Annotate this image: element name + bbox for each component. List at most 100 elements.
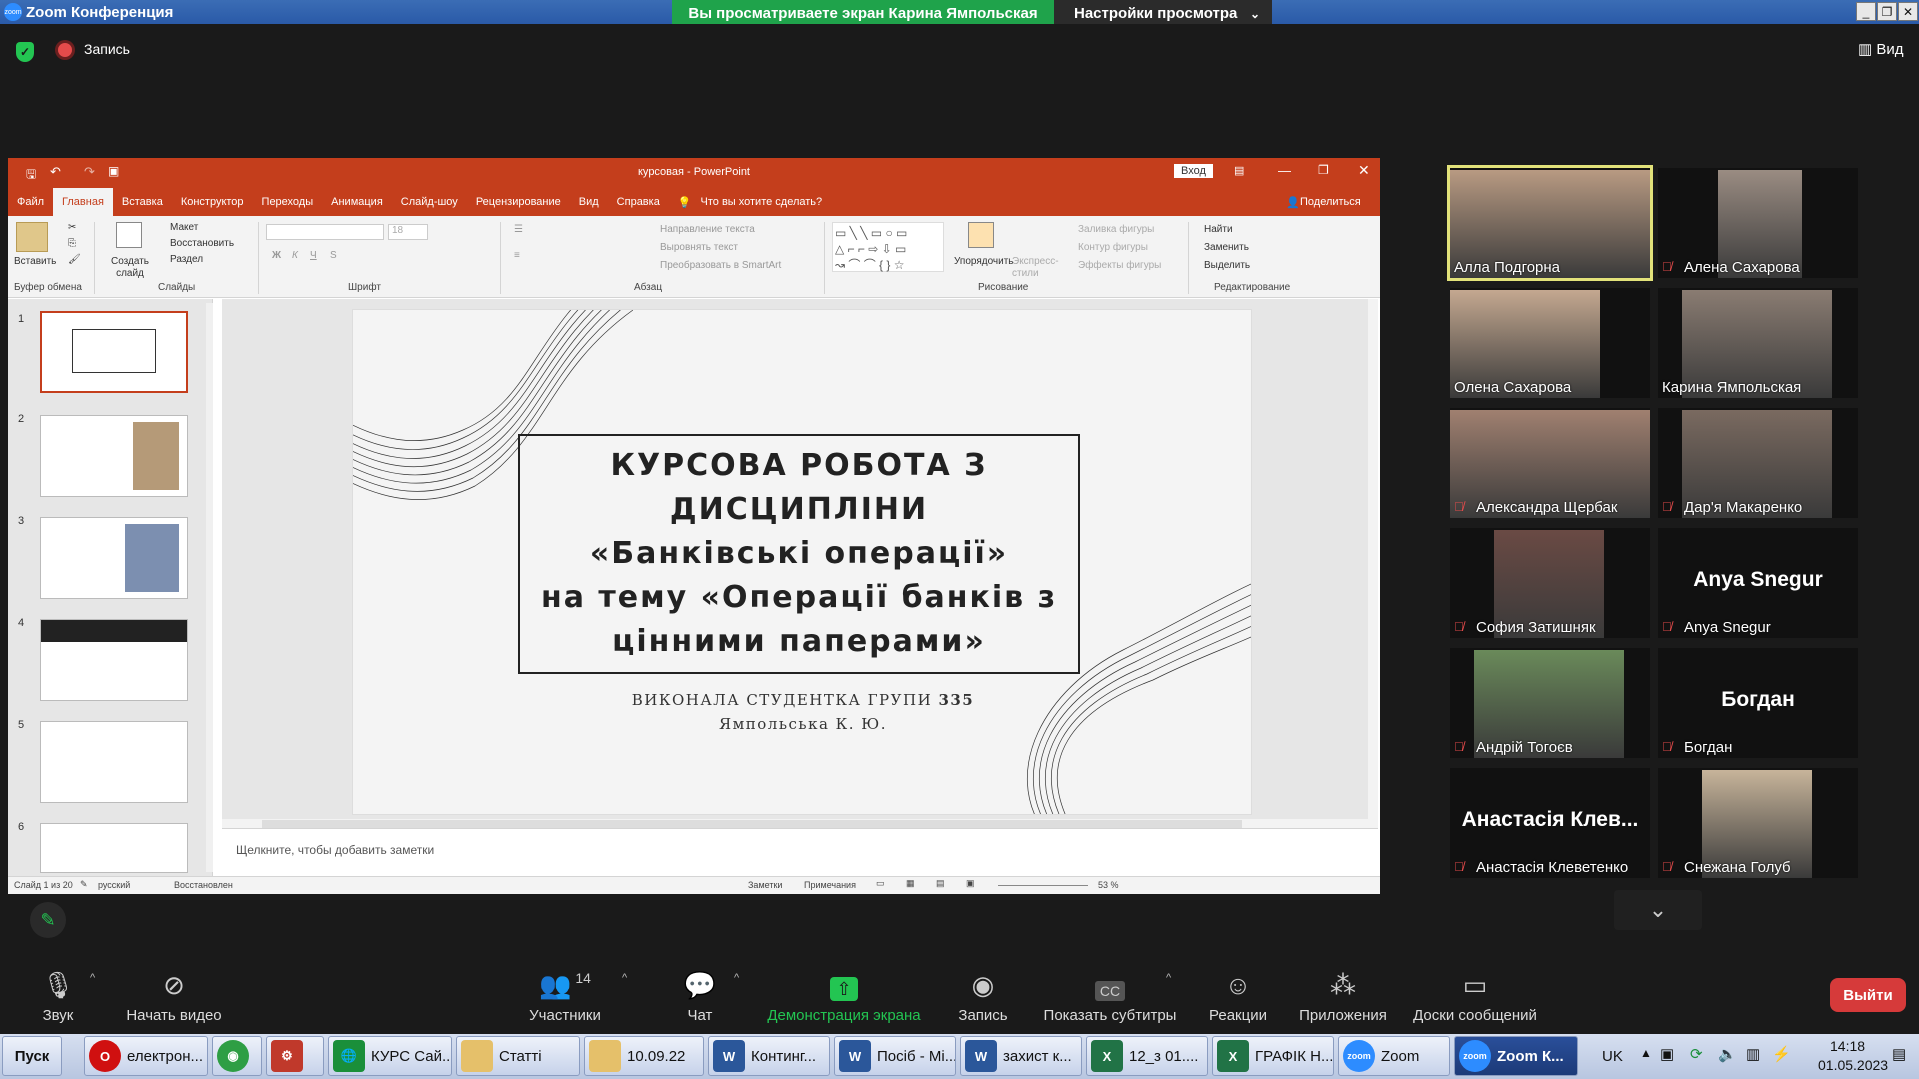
speaker-icon[interactable]: 🔈 (1718, 1045, 1737, 1063)
tell-me-search[interactable]: Что вы хотите сделать? (701, 196, 832, 208)
language-status[interactable]: русский (98, 880, 130, 890)
bullets-icon[interactable]: ☰ (514, 224, 523, 235)
recording-label[interactable]: Запись (84, 41, 130, 57)
spellcheck-icon[interactable]: ✎ (80, 879, 88, 890)
cut-icon[interactable]: ✂ (68, 222, 76, 233)
minimize-button[interactable]: _ (1856, 2, 1876, 21)
taskbar-word-1[interactable]: W Континг... (708, 1036, 830, 1076)
start-video-button[interactable]: ⊘ Начать видео (118, 950, 230, 1034)
participant-tile[interactable]: 🎙̸ Андрій Тогоєв (1450, 648, 1650, 758)
slide-1[interactable]: КУРСОВА РОБОТА З ДИСЦИПЛІНИ «Банківські … (352, 309, 1252, 815)
shape-fill-button[interactable]: Заливка фигуры (1078, 224, 1154, 235)
normal-view-icon[interactable]: ▭ (876, 878, 885, 889)
participants-button[interactable]: 👥 14 Участники (520, 950, 610, 1034)
paste-button[interactable]: Вставить (14, 256, 56, 267)
gallery-next-page-button[interactable]: ⌄ (1614, 890, 1702, 930)
ppt-minimize-button[interactable]: — (1278, 163, 1291, 178)
slide-thumbnail-2[interactable] (40, 415, 188, 497)
new-slide-button[interactable]: Создать слайд (108, 256, 152, 280)
font-size-select[interactable]: 18 (388, 224, 428, 240)
menu-help[interactable]: Справка (608, 196, 669, 208)
menu-insert[interactable]: Вставка (113, 196, 172, 208)
chat-button[interactable]: 💬 Чат (680, 950, 720, 1034)
arrange-icon[interactable] (968, 222, 994, 248)
menu-animations[interactable]: Анимация (322, 196, 392, 208)
signin-button[interactable]: Вход (1174, 164, 1213, 178)
participant-tile[interactable]: Anya Snegur 🎙̸ Anya Snegur (1658, 528, 1858, 638)
clock-date[interactable]: 01.05.2023 (1818, 1057, 1888, 1073)
share-screen-button[interactable]: ⇧ Демонстрация экрана (764, 950, 924, 1034)
participant-tile[interactable]: 🎙̸ Дар'я Макаренко (1658, 408, 1858, 518)
bold-icon[interactable]: Ж (272, 250, 281, 261)
participant-tile[interactable]: Богдан 🎙̸ Богдан (1658, 648, 1858, 758)
participant-tile[interactable]: 🎙̸ Александра Щербак (1450, 408, 1650, 518)
quick-styles-button[interactable]: Экспресс-стили (1012, 256, 1062, 280)
taskbar-folder-statti[interactable]: Статті (456, 1036, 580, 1076)
italic-icon[interactable]: К (292, 250, 298, 261)
align-text-button[interactable]: Выровнять текст (660, 242, 738, 253)
participant-tile[interactable]: Анастасія Клев... 🎙̸ Анастасія Клеветенко (1450, 768, 1650, 878)
notes-pane[interactable]: Щелкните, чтобы добавить заметки (222, 828, 1378, 868)
taskbar-word-2[interactable]: W Посіб - Мі... (834, 1036, 956, 1076)
align-left-icon[interactable]: ≡ (514, 250, 520, 261)
underline-icon[interactable]: Ч (310, 250, 317, 261)
taskbar-folder-date[interactable]: 10.09.22 (584, 1036, 704, 1076)
annotate-pencil-button[interactable]: ✎ (30, 902, 66, 938)
slide-thumbnail-1[interactable] (40, 311, 188, 393)
slide-thumbnail-5[interactable] (40, 721, 188, 803)
zoom-slider[interactable] (998, 885, 1088, 886)
slide-subtitle[interactable]: ВИКОНАЛА СТУДЕНТКА ГРУПИ 335 Ямпольська … (353, 688, 1251, 736)
tray-recycle-icon[interactable]: ⟳ (1690, 1045, 1703, 1063)
slideshow-view-icon[interactable]: ▣ (966, 878, 975, 889)
chat-options-caret[interactable]: ^ (734, 972, 739, 984)
menu-transitions[interactable]: Переходы (253, 196, 323, 208)
taskbar-excel-2[interactable]: X ГРАФІК Н... (1212, 1036, 1334, 1076)
participant-tile[interactable]: Карина Ямпольская (1658, 288, 1858, 398)
taskbar-app[interactable]: ⚙ (266, 1036, 324, 1076)
audio-button[interactable]: 🎙 Звук (30, 950, 86, 1034)
taskbar-word-3[interactable]: Wзахист к... (960, 1036, 1082, 1076)
participant-tile[interactable]: Алла Подгорна (1447, 165, 1653, 281)
sorter-view-icon[interactable]: ▦ (906, 878, 915, 889)
zoom-level[interactable]: 53 % (1098, 880, 1119, 890)
thumbs-scrollbar[interactable] (206, 303, 213, 872)
reading-view-icon[interactable]: ▤ (936, 878, 945, 889)
font-family-select[interactable] (266, 224, 384, 240)
taskbar-excel-1[interactable]: X 12_з 01.... (1086, 1036, 1208, 1076)
format-painter-icon[interactable]: 🖌 (68, 254, 81, 265)
participant-tile[interactable]: Олена Сахарова (1450, 288, 1650, 398)
ppt-close-button[interactable]: ✕ (1358, 162, 1370, 179)
menu-home[interactable]: Главная (53, 188, 113, 216)
whiteboards-button[interactable]: ▭ Доски сообщений (1408, 950, 1542, 1034)
select-button[interactable]: Выделить (1204, 260, 1250, 271)
slide-title-box[interactable]: КУРСОВА РОБОТА З ДИСЦИПЛІНИ «Банківські … (518, 434, 1080, 674)
record-button[interactable]: ◉ Запись (956, 950, 1010, 1034)
menu-slideshow[interactable]: Слайд-шоу (392, 196, 467, 208)
network-icon[interactable]: ▥ (1746, 1045, 1760, 1063)
view-settings-button[interactable]: Настройки просмотра ⌄ (1054, 0, 1272, 27)
reset-button[interactable]: Восстановить (170, 238, 234, 249)
new-slide-icon[interactable] (116, 222, 142, 248)
captions-options-caret[interactable]: ^ (1166, 972, 1171, 984)
audio-options-caret[interactable]: ^ (90, 972, 95, 984)
shapes-gallery[interactable]: ▭ ╲ ╲ ▭ ○ ▭ △ ⌐ ⌐ ⇨ ⇩ ▭ ↝ ⌒ ⌒ { } ☆ (832, 222, 944, 272)
participant-tile[interactable]: 🎙̸ София Затишняк (1450, 528, 1650, 638)
language-indicator[interactable]: UK (1602, 1048, 1623, 1065)
taskbar-opera[interactable]: Oелектрон... (84, 1036, 208, 1076)
ppt-restore-button[interactable]: ❐ (1318, 163, 1329, 177)
find-button[interactable]: Найти (1204, 224, 1233, 235)
ppt-share-button[interactable]: Поделиться (1300, 196, 1361, 208)
shadow-icon[interactable]: S (330, 250, 337, 261)
leave-meeting-button[interactable]: Выйти (1830, 978, 1906, 1012)
notifications-icon[interactable]: ▤ (1892, 1045, 1906, 1063)
slide-thumbnail-4[interactable] (40, 619, 188, 701)
captions-button[interactable]: CC Показать субтитры (1042, 950, 1178, 1034)
power-icon[interactable]: ⚡ (1772, 1045, 1791, 1063)
replace-button[interactable]: Заменить (1204, 242, 1249, 253)
apps-button[interactable]: ⁂ Приложения (1296, 950, 1390, 1034)
restore-button[interactable]: ❐ (1877, 2, 1897, 21)
shape-effects-button[interactable]: Эффекты фигуры (1078, 260, 1161, 271)
copy-icon[interactable]: ⎘ (68, 238, 76, 249)
paste-icon[interactable] (16, 222, 48, 252)
participant-tile[interactable]: 🎙̸ Снежана Голуб (1658, 768, 1858, 878)
